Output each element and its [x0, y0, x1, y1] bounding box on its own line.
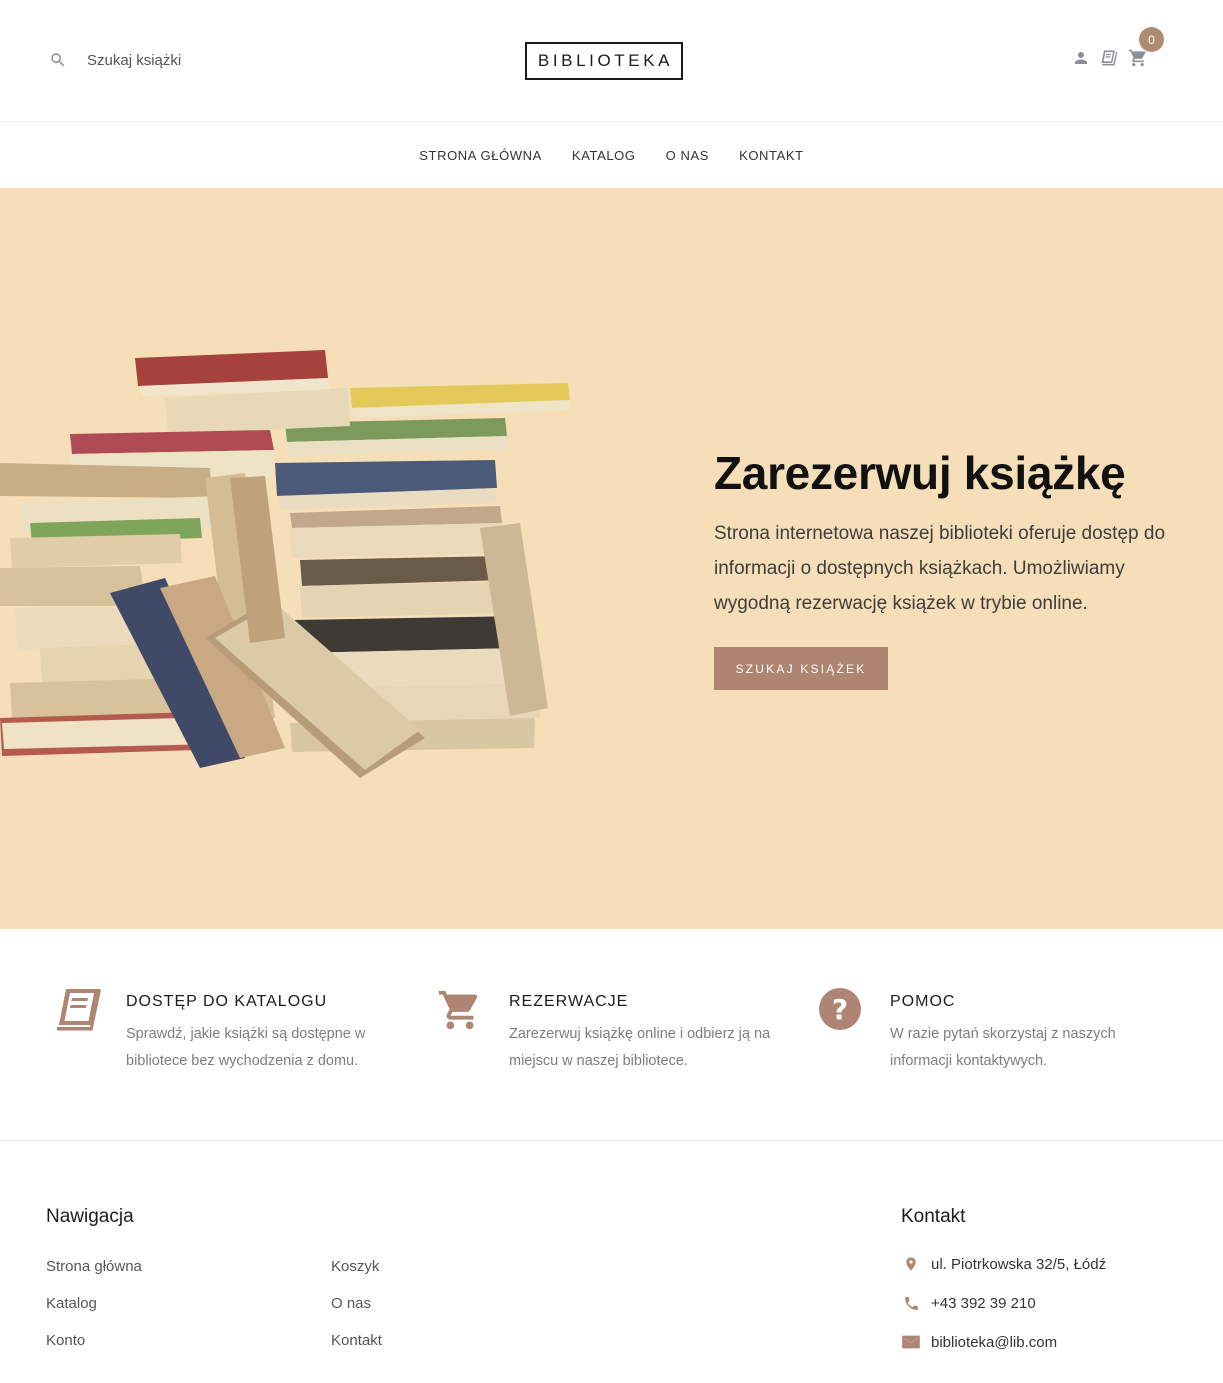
- footer-link-cart[interactable]: Koszyk: [331, 1258, 379, 1275]
- search-bar: [48, 48, 287, 72]
- nav-item-catalog[interactable]: KATALOG: [572, 148, 636, 163]
- feature-text: Sprawdź, jakie książki są dostępne w bib…: [126, 1026, 366, 1069]
- search-icon[interactable]: [48, 48, 68, 72]
- footer-link-account[interactable]: Konto: [46, 1332, 85, 1349]
- footer-contact-title: Kontakt: [901, 1206, 966, 1227]
- site-header: BIBLIOTEKA 0: [0, 0, 1223, 122]
- search-books-button[interactable]: SZUKAJ KSIĄŻEK: [714, 647, 888, 690]
- site-logo[interactable]: BIBLIOTEKA: [525, 42, 683, 80]
- contact-phone: +43 392 39 210: [901, 1293, 1036, 1313]
- search-input[interactable]: [87, 51, 287, 69]
- phone-text: +43 392 39 210: [931, 1294, 1036, 1312]
- feature-text: W razie pytań skorzystaj z naszych infor…: [890, 1026, 1116, 1069]
- footer-link-contact[interactable]: Kontakt: [331, 1332, 382, 1349]
- hero-title: Zarezerwuj książkę: [714, 447, 1126, 499]
- svg-text:?: ?: [832, 993, 848, 1026]
- hero-description: Strona internetowa naszej biblioteki ofe…: [714, 523, 1166, 614]
- cart-count-badge: 0: [1139, 27, 1164, 52]
- footer-link-catalog[interactable]: Katalog: [46, 1295, 97, 1312]
- phone-icon: [901, 1293, 921, 1313]
- feature-title: POMOC: [890, 993, 956, 1010]
- user-icon[interactable]: [1070, 47, 1092, 69]
- address-text: ul. Piotrkowska 32/5, Łódź: [931, 1255, 1107, 1273]
- footer-link-home[interactable]: Strona główna: [46, 1258, 142, 1275]
- nav-item-about[interactable]: O NAS: [666, 148, 709, 163]
- cart-icon: [437, 987, 493, 1035]
- hero-section: Zarezerwuj książkę Strona internetowa na…: [0, 188, 1223, 929]
- feature-title: REZERWACJE: [509, 993, 629, 1010]
- feature-reservations: REZERWACJE Zarezerwuj książkę online i o…: [437, 987, 789, 1075]
- book-icon[interactable]: [1098, 47, 1120, 69]
- email-icon: [901, 1332, 921, 1352]
- features-section: DOSTĘP DO KATALOGU Sprawdź, jakie książk…: [0, 929, 1223, 1141]
- feature-catalog: DOSTĘP DO KATALOGU Sprawdź, jakie książk…: [54, 987, 406, 1075]
- nav-item-home[interactable]: STRONA GŁÓWNA: [419, 148, 542, 163]
- footer-link-about[interactable]: O nas: [331, 1295, 371, 1312]
- site-footer: Nawigacja Strona główna Katalog Konto Ko…: [0, 1142, 1223, 1383]
- book-stack-image: [0, 350, 570, 778]
- contact-email: biblioteka@lib.com: [901, 1332, 1057, 1352]
- feature-help: ? POMOC W razie pytań skorzystaj z naszy…: [818, 987, 1170, 1075]
- book-icon: [54, 987, 110, 1035]
- footer-nav-title: Nawigacja: [46, 1206, 134, 1227]
- help-icon: ?: [818, 987, 874, 1035]
- feature-title: DOSTĘP DO KATALOGU: [126, 993, 328, 1010]
- contact-address: ul. Piotrkowska 32/5, Łódź: [901, 1254, 1106, 1274]
- nav-item-contact[interactable]: KONTAKT: [739, 148, 804, 163]
- location-pin-icon: [901, 1254, 921, 1274]
- feature-text: Zarezerwuj książkę online i odbierz ją n…: [509, 1026, 771, 1069]
- main-nav: STRONA GŁÓWNA KATALOG O NAS KONTAKT: [0, 123, 1223, 188]
- email-text[interactable]: biblioteka@lib.com: [931, 1334, 1057, 1351]
- hero-text: Zarezerwuj książkę Strona internetowa na…: [714, 446, 1184, 690]
